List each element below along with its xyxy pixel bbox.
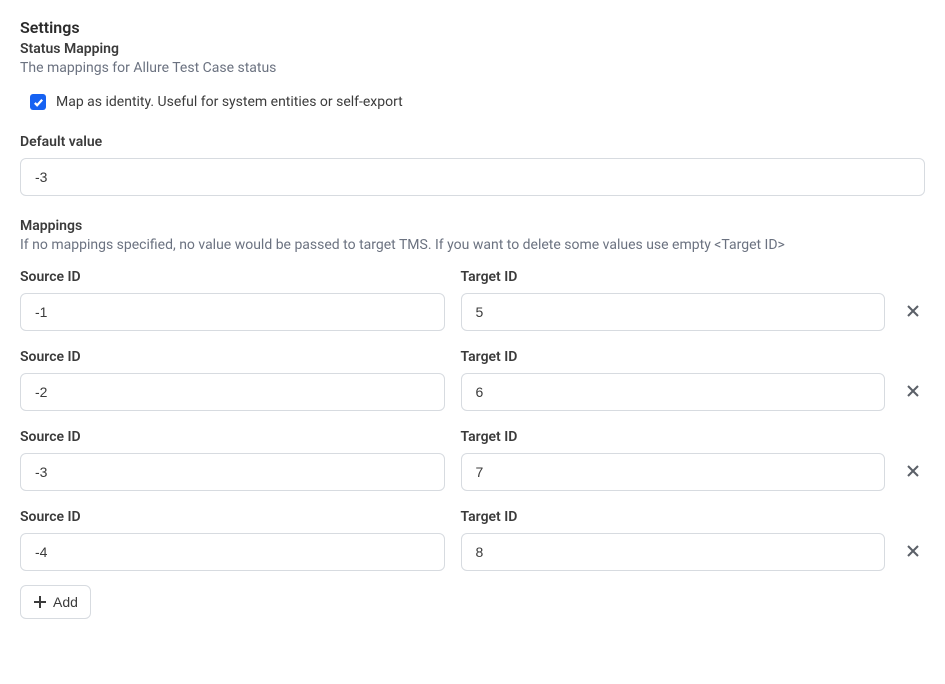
close-icon: [905, 303, 921, 319]
target-id-input[interactable]: [461, 533, 886, 571]
target-id-label: Target ID: [461, 349, 886, 365]
check-icon: [33, 97, 44, 108]
identity-checkbox-label: Map as identity. Useful for system entit…: [56, 94, 403, 110]
source-id-label: Source ID: [20, 269, 445, 285]
source-id-label: Source ID: [20, 349, 445, 365]
target-id-input[interactable]: [461, 293, 886, 331]
mapping-row: Source ID Target ID: [20, 349, 925, 411]
source-id-input[interactable]: [20, 533, 445, 571]
close-icon: [905, 383, 921, 399]
source-id-label: Source ID: [20, 429, 445, 445]
add-button[interactable]: Add: [20, 585, 91, 619]
remove-row-button[interactable]: [901, 451, 925, 491]
target-id-label: Target ID: [461, 509, 886, 525]
mapping-row: Source ID Target ID: [20, 269, 925, 331]
page-title: Settings: [20, 18, 925, 37]
remove-row-button[interactable]: [901, 371, 925, 411]
mappings-title: Mappings: [20, 218, 925, 234]
mapping-row: Source ID Target ID: [20, 509, 925, 571]
close-icon: [905, 463, 921, 479]
remove-row-button[interactable]: [901, 291, 925, 331]
section-title: Status Mapping: [20, 41, 925, 57]
add-button-label: Add: [53, 594, 78, 610]
target-id-label: Target ID: [461, 269, 886, 285]
remove-row-button[interactable]: [901, 531, 925, 571]
mappings-description: If no mappings specified, no value would…: [20, 237, 925, 253]
source-id-label: Source ID: [20, 509, 445, 525]
target-id-label: Target ID: [461, 429, 886, 445]
close-icon: [905, 543, 921, 559]
mapping-row: Source ID Target ID: [20, 429, 925, 491]
section-description: The mappings for Allure Test Case status: [20, 60, 925, 76]
default-value-input[interactable]: [20, 158, 925, 196]
identity-checkbox[interactable]: [30, 94, 46, 110]
target-id-input[interactable]: [461, 373, 886, 411]
default-value-label: Default value: [20, 134, 925, 150]
source-id-input[interactable]: [20, 453, 445, 491]
source-id-input[interactable]: [20, 293, 445, 331]
plus-icon: [33, 595, 47, 609]
target-id-input[interactable]: [461, 453, 886, 491]
source-id-input[interactable]: [20, 373, 445, 411]
